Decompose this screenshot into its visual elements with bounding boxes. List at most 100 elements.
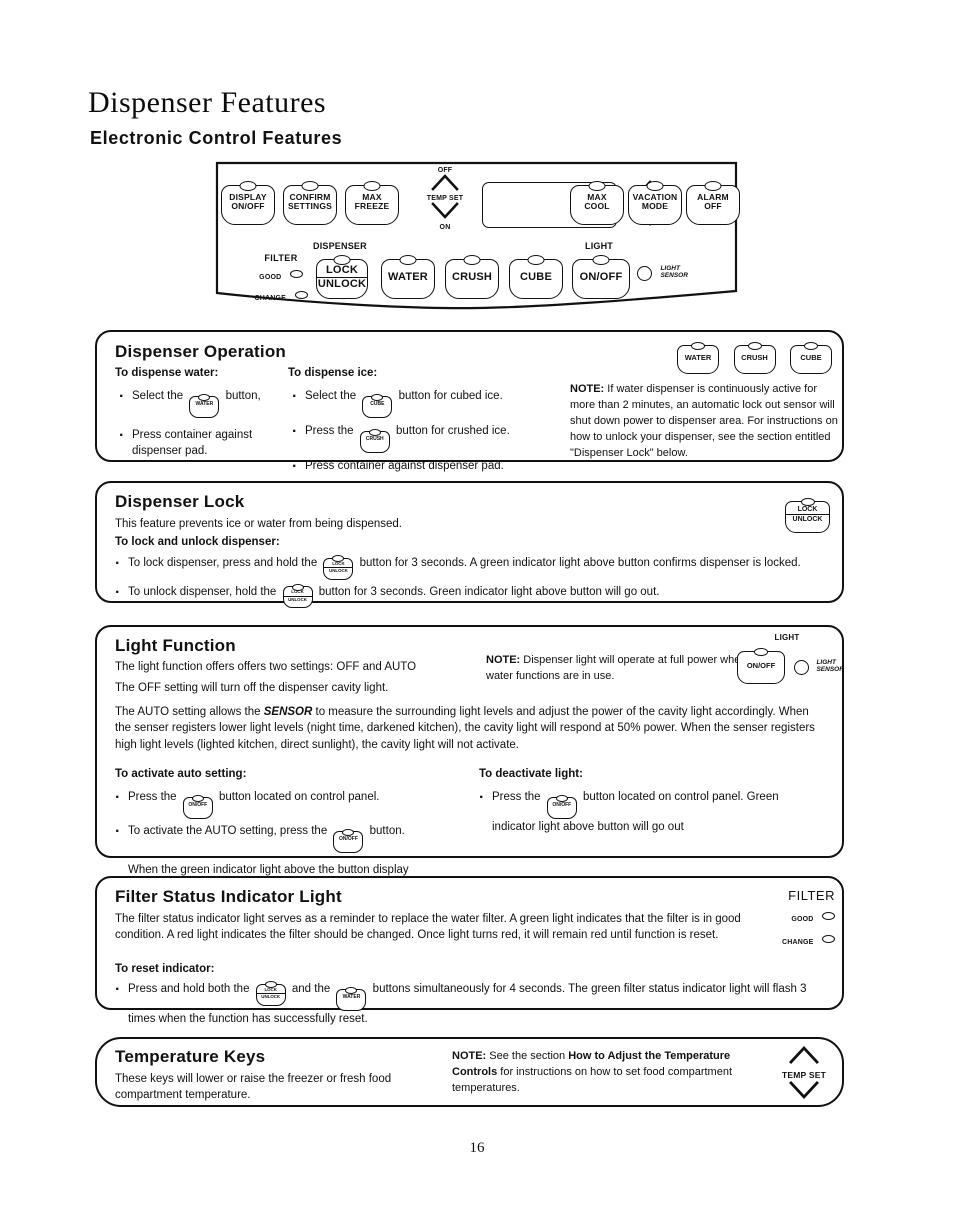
indicator-nub — [368, 428, 381, 436]
dispenser-operation-button-icons: WATER CRUSH CUBE — [677, 342, 832, 374]
panel-button-display-onoff[interactable]: DISPLAY ON/OFF — [221, 181, 275, 225]
panel-button-cube[interactable]: CUBE — [509, 255, 563, 299]
light-onoff-button-glyph[interactable]: ON/OFF — [546, 794, 577, 819]
light-onoff-button-glyph[interactable]: ON/OFF — [182, 794, 213, 819]
light-onoff-button-glyph[interactable]: ON/OFF — [333, 828, 364, 853]
indicator-nub — [345, 986, 358, 994]
list-item: To lock dispenser, press and hold the LO… — [111, 553, 811, 580]
indicator-nub — [754, 648, 768, 656]
indicator-nub — [527, 255, 545, 265]
list-item: To unlock dispenser, hold the LOCK UNLOC… — [111, 582, 811, 609]
crush-button-glyph[interactable]: CRUSH — [359, 428, 390, 453]
indicator-nub — [800, 498, 815, 506]
chevron-up-icon[interactable] — [788, 1045, 820, 1064]
sensor-emphasis: SENSOR — [263, 706, 313, 718]
panel-button-alarm-off[interactable]: ALARM OFF — [686, 181, 740, 225]
list-item: To activate the AUTO setting, press the … — [111, 821, 471, 853]
indicator-nub — [371, 393, 384, 401]
filter-good-led — [822, 912, 835, 920]
indicator-nub — [588, 181, 606, 191]
light-onoff-button-icon[interactable]: ON/OFF — [737, 648, 785, 684]
temperature-keys-title: Temperature Keys — [115, 1047, 266, 1066]
temp-set-left-label: TEMP SET — [426, 195, 464, 202]
temp-set-control: TEMP SET — [773, 1045, 835, 1105]
panel-button-water[interactable]: WATER — [381, 255, 435, 299]
chevron-down-icon[interactable] — [430, 202, 460, 220]
indicator-nub — [691, 342, 705, 350]
section-filter-status: Filter Status Indicator Light The filter… — [95, 876, 844, 1025]
water-button-icon[interactable]: WATER — [677, 342, 719, 374]
reset-indicator-heading: To reset indicator: — [115, 963, 215, 975]
panel-button-lock-unlock[interactable]: LOCK UNLOCK — [316, 255, 368, 299]
note-label: NOTE: — [570, 383, 605, 395]
lock-unlock-button-glyph[interactable]: LOCK UNLOCK — [323, 555, 354, 580]
indicator-nub — [363, 181, 381, 191]
list-item: Press and hold both the LOCK UNLOCK and … — [111, 979, 831, 1027]
water-button-glyph[interactable]: WATER — [189, 393, 220, 418]
chevron-up-icon[interactable] — [430, 173, 460, 191]
note-label: NOTE: — [452, 1050, 487, 1062]
cube-button-glyph[interactable]: CUBE — [362, 393, 393, 418]
filter-status-para: The filter status indicator light serves… — [115, 913, 741, 942]
indicator-nub — [592, 255, 610, 265]
to-dispense-ice-heading: To dispense ice: — [288, 367, 378, 379]
indicator-nub — [342, 828, 355, 836]
section-dispenser-operation: Dispenser Operation To dispense water: T… — [95, 330, 844, 479]
dispenser-operation-note: NOTE: If water dispenser is continuously… — [570, 382, 838, 462]
filter-status-title: Filter Status Indicator Light — [115, 887, 342, 906]
indicator-nub — [191, 794, 204, 802]
filter-good-led — [289, 270, 303, 278]
filter-change-led — [822, 935, 835, 943]
indicator-nub — [301, 181, 319, 191]
dispenser-lock-title: Dispenser Lock — [115, 492, 245, 511]
water-button-glyph[interactable]: WATER — [336, 986, 367, 1011]
list-item: Press the ON/OFF button located on contr… — [111, 787, 471, 819]
section-dispenser-lock: Dispenser Lock This feature prevents ice… — [95, 481, 844, 609]
to-dispense-water-heading: To dispense water: — [115, 367, 219, 379]
panel-button-light-onoff[interactable]: ON/OFF — [572, 255, 630, 299]
panel-filter-title: FILTER — [264, 253, 298, 263]
panel-button-max-freeze[interactable]: MAX FREEZE — [345, 181, 399, 225]
indicator-nub — [333, 255, 351, 265]
lock-unlock-button-glyph[interactable]: LOCK UNLOCK — [255, 981, 286, 1006]
temp-set-label: TEMP SET — [782, 1070, 826, 1080]
crush-button-icon[interactable]: CRUSH — [733, 342, 776, 374]
light-function-para2: The OFF setting will turn off the dispen… — [115, 682, 389, 694]
cube-button-icon[interactable]: CUBE — [790, 342, 832, 374]
indicator-nub — [332, 555, 345, 563]
filter-change-led — [294, 291, 308, 299]
indicator-nub — [291, 583, 304, 591]
filter-indicator-title: FILTER — [788, 888, 835, 903]
lock-unlock-button-glyph[interactable]: LOCK UNLOCK — [282, 583, 313, 609]
page-number: 16 — [469, 1140, 485, 1156]
lock-unlock-heading: To lock and unlock dispenser: — [115, 536, 280, 548]
deactivate-steps-list: Press the ON/OFF button located on contr… — [475, 787, 825, 837]
light-function-title: Light Function — [115, 636, 236, 655]
lock-unlock-button-icon[interactable]: LOCK UNLOCK — [785, 498, 830, 533]
panel-button-vacation-mode[interactable]: VACATION MODE — [628, 181, 682, 225]
panel-button-confirm-settings[interactable]: CONFIRM SETTINGS — [283, 181, 337, 225]
water-steps-list: Select the WATER button, Press container… — [115, 386, 285, 462]
panel-filter-change-label: CHANGE — [254, 295, 287, 302]
page-title: Dispenser Features — [88, 86, 327, 119]
indicator-nub — [264, 981, 277, 989]
chevron-down-icon[interactable] — [788, 1081, 820, 1100]
light-sensor-line1: LIGHT — [816, 659, 836, 666]
panel-button-crush[interactable]: CRUSH — [445, 255, 499, 299]
panel-light-sensor-line1: LIGHT — [660, 265, 680, 272]
note-label: NOTE: — [486, 654, 521, 666]
indicator-nub — [239, 181, 257, 191]
filter-good-label: GOOD — [791, 916, 814, 923]
temperature-keys-note: NOTE: See the section How to Adjust the … — [452, 1050, 733, 1094]
indicator-nub — [399, 255, 417, 265]
light-icon-label: LIGHT — [774, 633, 800, 642]
page-subtitle: Electronic Control Features — [90, 128, 343, 148]
indicator-nub — [463, 255, 481, 265]
list-item: Press the ON/OFF button located on contr… — [475, 787, 825, 835]
panel-button-max-cool[interactable]: MAX COOL — [570, 181, 624, 225]
deactivate-light-heading: To deactivate light: — [479, 768, 583, 780]
panel-filter-good-label: GOOD — [259, 274, 282, 281]
indicator-nub — [555, 794, 568, 802]
light-sensor-icon — [794, 660, 809, 676]
panel-light-sensor-line2: SENSOR — [660, 272, 688, 280]
